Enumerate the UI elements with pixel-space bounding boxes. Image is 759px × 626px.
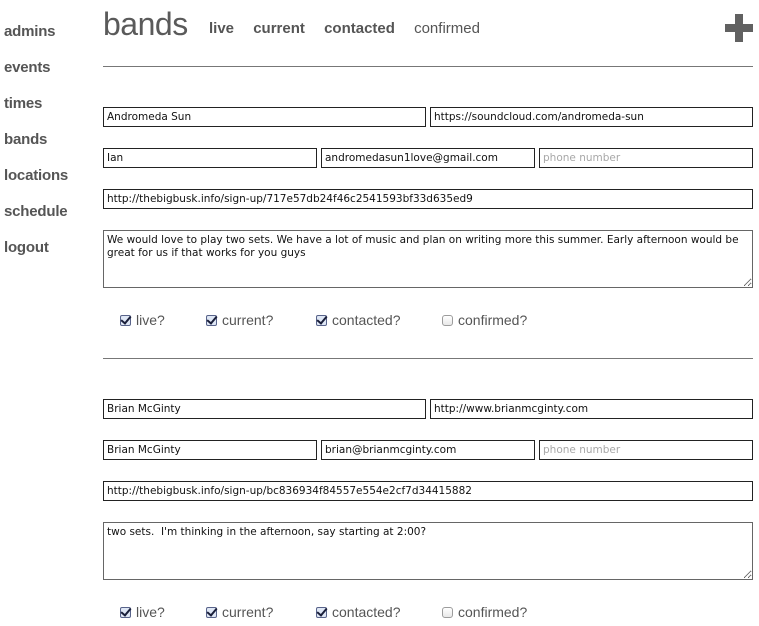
checkbox-checked-icon[interactable]: [206, 606, 217, 618]
checkbox-checked-icon[interactable]: [120, 606, 131, 618]
checkbox-checked-icon[interactable]: [316, 314, 327, 326]
notes-textarea[interactable]: two sets. I'm thinking in the afternoon,…: [103, 522, 753, 580]
email-input[interactable]: [321, 440, 535, 460]
email-input[interactable]: [321, 148, 535, 168]
page-header: bands live current contacted confirmed: [103, 6, 753, 46]
band-website-input[interactable]: [430, 399, 753, 419]
page-title: bands: [103, 6, 188, 42]
filter-contacted[interactable]: contacted: [324, 20, 395, 37]
sidebar-nav: admins events times bands locations sche…: [4, 22, 94, 274]
contacted-checkbox[interactable]: contacted?: [316, 312, 401, 328]
sidebar-item-bands[interactable]: bands: [4, 130, 94, 166]
sidebar-item-events[interactable]: events: [4, 58, 94, 94]
band-website-input[interactable]: [430, 107, 753, 127]
current-checkbox[interactable]: current?: [206, 604, 273, 620]
checkbox-unchecked-icon[interactable]: [442, 314, 453, 326]
band-name-input[interactable]: [103, 399, 426, 419]
checkbox-checked-icon[interactable]: [206, 314, 217, 326]
confirmed-checkbox[interactable]: confirmed?: [442, 312, 527, 328]
checkbox-checked-icon[interactable]: [316, 606, 327, 618]
sidebar-item-admins[interactable]: admins: [4, 22, 94, 58]
notes-textarea[interactable]: We would love to play two sets. We have …: [103, 230, 753, 288]
checkbox-checked-icon[interactable]: [120, 314, 131, 326]
filter-current[interactable]: current: [253, 20, 305, 37]
contact-name-input[interactable]: [103, 440, 317, 460]
sidebar-item-schedule[interactable]: schedule: [4, 202, 94, 238]
current-checkbox[interactable]: current?: [206, 312, 273, 328]
band-name-input[interactable]: [103, 107, 426, 127]
signup-url-input[interactable]: [103, 481, 753, 501]
plus-icon[interactable]: [725, 14, 753, 42]
sidebar-item-logout[interactable]: logout: [4, 238, 94, 274]
sidebar-item-times[interactable]: times: [4, 94, 94, 130]
checkbox-unchecked-icon[interactable]: [442, 606, 453, 618]
confirmed-checkbox[interactable]: confirmed?: [442, 604, 527, 620]
divider: [103, 358, 753, 359]
phone-input[interactable]: [539, 440, 753, 460]
filter-links: live current contacted confirmed: [209, 20, 495, 37]
contact-name-input[interactable]: [103, 148, 317, 168]
sidebar-item-locations[interactable]: locations: [4, 166, 94, 202]
phone-input[interactable]: [539, 148, 753, 168]
divider: [103, 66, 753, 67]
live-checkbox[interactable]: live?: [120, 604, 165, 620]
filter-live[interactable]: live: [209, 20, 234, 37]
filter-confirmed[interactable]: confirmed: [414, 20, 480, 37]
live-checkbox[interactable]: live?: [120, 312, 165, 328]
signup-url-input[interactable]: [103, 189, 753, 209]
contacted-checkbox[interactable]: contacted?: [316, 604, 401, 620]
